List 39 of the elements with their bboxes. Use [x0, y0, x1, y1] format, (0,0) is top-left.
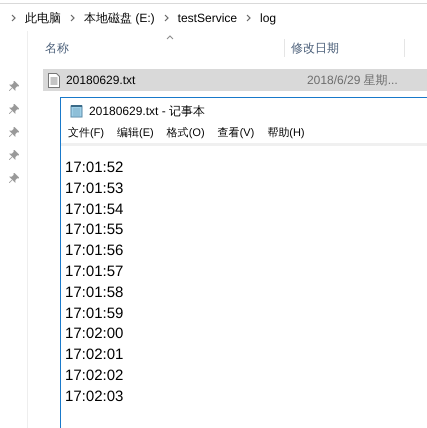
pin-icon[interactable] — [8, 150, 18, 160]
text-line: 17:01:55 — [65, 220, 124, 240]
breadcrumb-item[interactable]: 本地磁盘 (E:) — [84, 8, 155, 26]
chevron-icon — [164, 14, 169, 22]
text-line: 17:02:01 — [65, 345, 124, 366]
chevron-icon — [70, 14, 75, 22]
menu-item[interactable]: 查看(V) — [218, 125, 254, 142]
chevron-icon — [246, 14, 252, 22]
text-line: 17:02:00 — [65, 324, 124, 344]
breadcrumb-item[interactable]: testService — [178, 8, 238, 26]
pin-icon[interactable] — [8, 173, 18, 183]
column-header[interactable]: 名称 — [28, 39, 285, 57]
window-title: 20180629.txt - 记事本 — [89, 103, 206, 120]
file-name: 20180629.txt — [66, 72, 136, 89]
menu-item[interactable]: 帮助(H) — [267, 125, 305, 142]
sort-caret-icon — [166, 35, 174, 40]
text-line: 17:02:02 — [65, 366, 124, 386]
pin-icon[interactable] — [8, 127, 18, 137]
text-line: 17:02:03 — [65, 386, 124, 407]
breadcrumb-item[interactable]: log — [260, 8, 276, 26]
text-line: 17:01:52 — [65, 158, 124, 178]
text-line: 17:01:54 — [65, 200, 124, 220]
text-line: 17:01:56 — [65, 241, 124, 262]
pin-icon[interactable] — [8, 81, 18, 91]
menu-item[interactable]: 格式(O) — [166, 125, 205, 142]
menu-item[interactable]: 文件(F) — [68, 125, 104, 142]
chevron-icon — [11, 14, 16, 22]
text-line: 17:01:53 — [65, 178, 124, 199]
breadcrumb-item[interactable]: 此电脑 — [25, 8, 61, 26]
column-header[interactable]: 修改日期 — [285, 39, 405, 57]
notepad-icon — [70, 104, 84, 118]
pin-icon[interactable] — [8, 104, 18, 114]
file-row[interactable]: 20180629.txt 2018/6/29 星期... — [43, 69, 427, 91]
text-line: 17:01:57 — [65, 262, 124, 282]
text-file-icon — [48, 72, 60, 88]
text-line: 17:01:59 — [65, 304, 124, 324]
file-date: 2018/6/29 星期... — [307, 72, 398, 89]
menu-item[interactable]: 编辑(E) — [117, 125, 154, 142]
text-line: 17:01:58 — [65, 282, 124, 303]
